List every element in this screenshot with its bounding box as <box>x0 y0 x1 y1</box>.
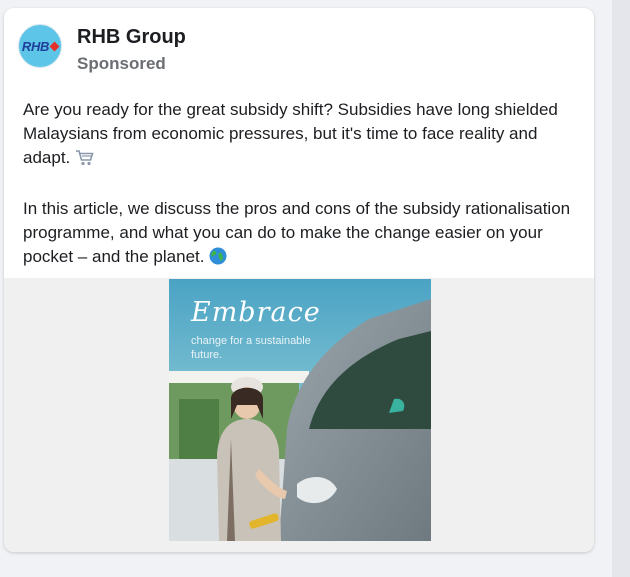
shopping-cart-icon <box>75 149 94 173</box>
post-media[interactable]: Embrace change for a sustainable future. <box>4 278 594 552</box>
rhb-logo: RHB <box>22 39 60 54</box>
page-name-link[interactable]: RHB Group <box>77 24 186 50</box>
ad-headline: Embrace <box>191 297 321 328</box>
post-body: Are you ready for the great subsidy shif… <box>23 98 585 272</box>
post-paragraph-2: In this article, we discuss the pros and… <box>23 197 585 272</box>
ad-image[interactable]: Embrace change for a sustainable future. <box>169 279 431 541</box>
ad-subtext: change for a sustainable future. <box>191 335 311 361</box>
scrollbar-track[interactable] <box>612 0 630 577</box>
globe-icon <box>209 247 227 272</box>
logo-diamond-icon <box>49 41 60 51</box>
post-paragraph-1: Are you ready for the great subsidy shif… <box>23 98 585 173</box>
page-avatar[interactable]: RHB <box>18 24 62 68</box>
post-header: RHB RHB Group Sponsored <box>18 24 186 75</box>
sponsored-label[interactable]: Sponsored <box>77 53 186 75</box>
sponsored-post-card: RHB RHB Group Sponsored Are you ready fo… <box>4 8 594 552</box>
